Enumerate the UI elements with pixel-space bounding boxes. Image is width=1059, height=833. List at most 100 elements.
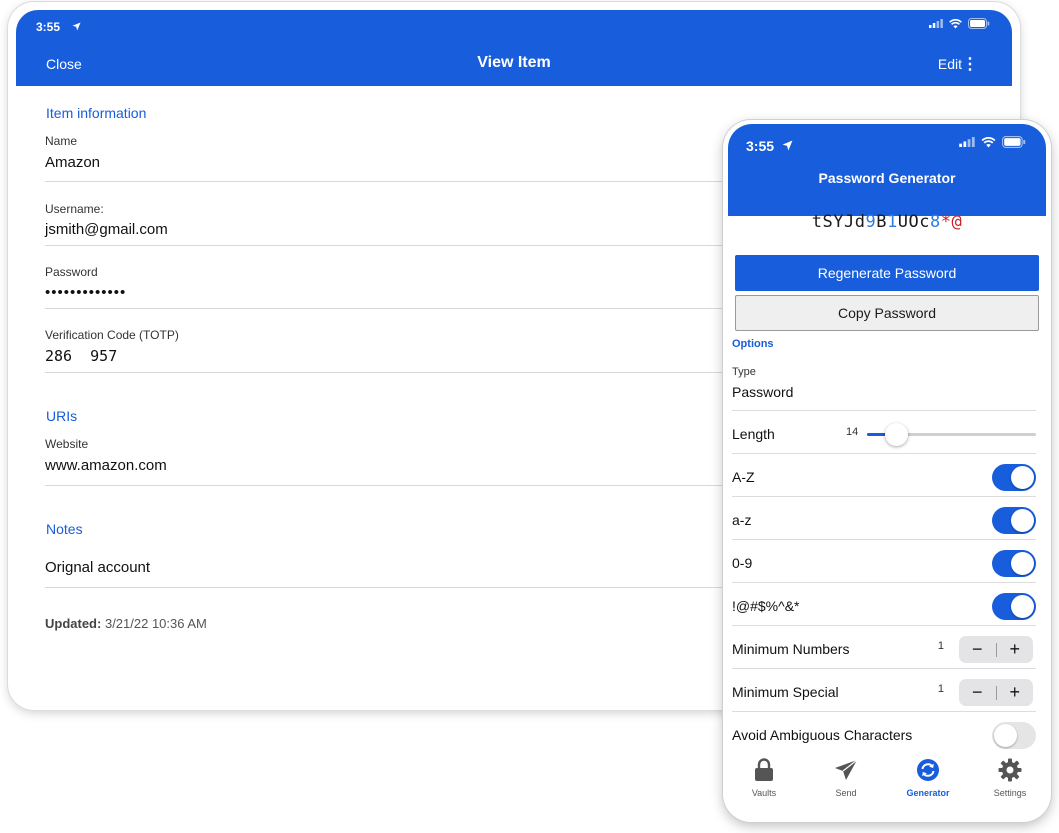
uppercase-row: A-Z [732,456,1036,499]
username-label: Username: [45,202,104,216]
uppercase-label: A-Z [732,469,755,485]
gear-icon [998,758,1022,782]
tablet-header: 3:55 Close View Item Edit ⋮ [16,10,1012,86]
wifi-icon [981,136,996,147]
phone-header: 3:55 Password Generator [728,124,1046,216]
more-options-icon[interactable]: ⋮ [962,54,978,74]
copy-password-button[interactable]: Copy Password [735,295,1039,331]
phone-status-indicators [959,136,1026,148]
location-arrow-icon [72,22,81,31]
length-slider-thumb[interactable] [885,423,908,446]
page-title: View Item [477,54,551,71]
tab-generator[interactable]: Generator [887,756,969,812]
divider [732,410,1036,411]
tab-bar: Vaults Send Generator Settings [723,756,1051,812]
tab-label: Send [835,788,857,798]
special-row: !@#$%^&* [732,585,1036,628]
edit-button[interactable]: Edit [938,56,962,72]
type-label: Type [732,366,756,378]
lowercase-toggle[interactable] [992,507,1036,534]
special-label: !@#$%^&* [732,598,800,614]
section-item-information: Item information [46,105,147,121]
divider [45,372,765,373]
phone-password-generator-screen: 3:55 Password Generator tSYJd9B1UOc8*@ R… [723,120,1051,822]
plus-button[interactable]: + [997,679,1034,706]
divider [732,625,1036,626]
min-numbers-row: Minimum Numbers 1 − + [732,628,1036,671]
divider [45,308,765,309]
min-special-stepper: − + [959,679,1033,706]
type-select[interactable]: Password [732,384,793,400]
regenerate-password-button[interactable]: Regenerate Password [735,255,1039,291]
phone-status-time: 3:55 [746,138,775,154]
min-special-row: Minimum Special 1 − + [732,671,1036,714]
toggle-knob [1011,509,1034,532]
tab-label: Generator [906,788,950,798]
tab-send[interactable]: Send [805,756,887,812]
wifi-icon [949,18,962,28]
section-notes: Notes [46,521,83,537]
website-label: Website [45,437,89,451]
length-label: Length [732,426,775,442]
totp-value: 286 957 [45,347,118,365]
tab-label: Settings [993,788,1027,798]
updated-label: Updated: [45,616,102,631]
divider [732,711,1036,712]
lowercase-row: a-z [732,499,1036,542]
signal-icon [929,19,943,28]
battery-icon [968,18,990,29]
send-icon [835,759,858,780]
website-value[interactable]: www.amazon.com [45,457,167,474]
avoid-ambiguous-label: Avoid Ambiguous Characters [732,727,913,743]
notes-value: Orignal account [45,559,151,576]
page-title: Password Generator [818,170,956,186]
numbers-label: 0-9 [732,555,753,571]
divider [45,245,765,246]
toggle-knob [1011,552,1034,575]
generator-icon [917,759,939,781]
signal-icon [959,137,975,147]
tablet-status-time: 3:55 [36,20,61,34]
uppercase-toggle[interactable] [992,464,1036,491]
password-segment-letter: B [876,212,887,232]
lock-icon [755,758,773,781]
divider [732,453,1036,454]
updated-value: 3/21/22 10:36 AM [104,616,207,631]
minus-button[interactable]: − [959,679,996,706]
plus-button[interactable]: + [997,636,1034,663]
divider [732,539,1036,540]
toggle-knob [994,724,1017,747]
length-row: Length 14 [732,413,1036,456]
tab-label: Vaults [751,788,777,798]
location-arrow-icon [782,140,793,151]
avoid-ambiguous-toggle[interactable] [992,722,1036,749]
numbers-toggle[interactable] [992,550,1036,577]
special-toggle[interactable] [992,593,1036,620]
password-segment-number: 1 [886,212,898,232]
divider [45,181,765,182]
lowercase-label: a-z [732,512,752,528]
min-special-label: Minimum Special [732,684,839,700]
updated-timestamp: Updated: 3/21/22 10:36 AM [45,616,207,631]
battery-icon [1002,136,1026,148]
toggle-knob [1011,466,1034,489]
options-header: Options [732,338,774,350]
username-value: jsmith@gmail.com [45,221,168,238]
name-label: Name [45,134,78,148]
totp-label: Verification Code (TOTP) [45,328,179,342]
password-segment-number: 8 [929,212,941,232]
section-uris: URIs [46,408,78,424]
tab-settings[interactable]: Settings [969,756,1051,812]
avoid-ambiguous-row: Avoid Ambiguous Characters [732,714,1036,757]
numbers-row: 0-9 [732,542,1036,585]
divider [45,587,765,588]
length-value: 14 [846,426,859,438]
password-segment-number: 9 [865,212,877,232]
tab-vaults[interactable]: Vaults [723,756,805,812]
generated-password: tSYJd9B1UOc8*@ [723,212,1051,232]
divider [732,496,1036,497]
password-label: Password [45,265,98,279]
divider [45,485,765,486]
min-numbers-stepper: − + [959,636,1033,663]
minus-button[interactable]: − [959,636,996,663]
